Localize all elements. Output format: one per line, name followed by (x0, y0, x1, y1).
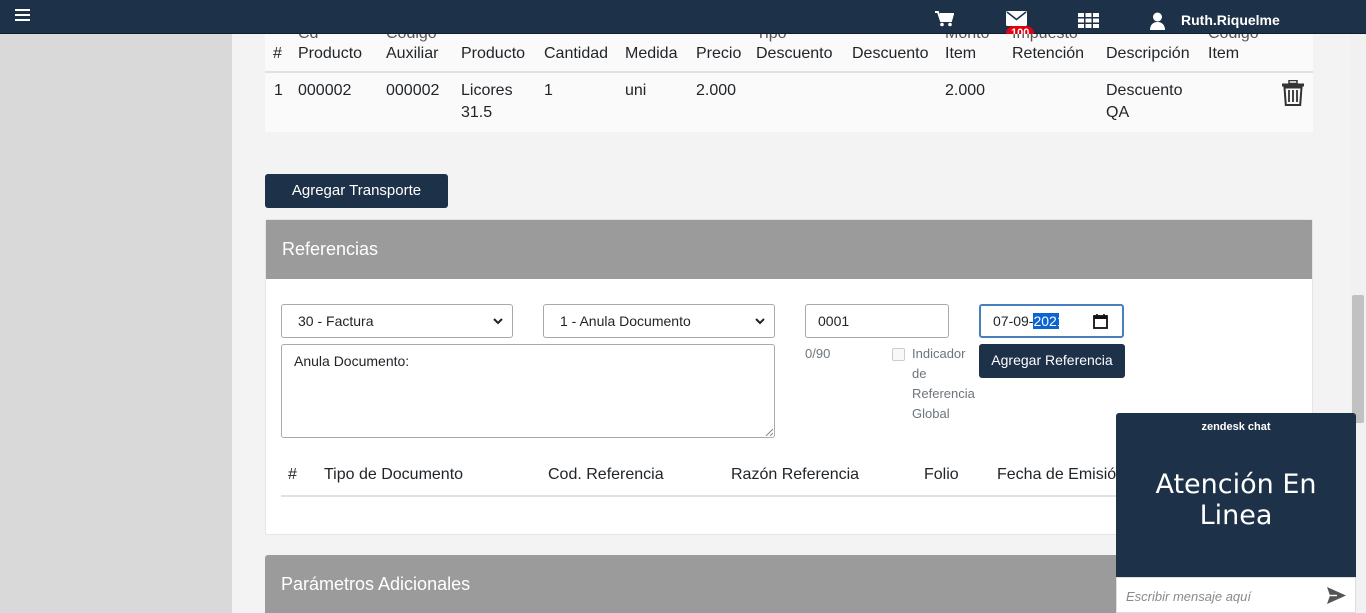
codigo-referencia-select[interactable]: 1 - Anula Documento (543, 304, 775, 338)
tipo-documento-value: 30 - Factura (298, 313, 374, 329)
zendesk-brand: zendesk chat (1201, 421, 1271, 433)
header-descripcion: Descripción (1106, 45, 1190, 62)
scrollbar-thumb[interactable] (1352, 295, 1364, 423)
referencias-header: Referencias (266, 220, 1312, 279)
table-header-divider (265, 71, 1313, 73)
header-codigo-item: CódigoItem (1208, 34, 1259, 62)
header-tipo-descuento: TipoDescuento (756, 34, 833, 62)
header-cod-auxiliar: CódigoAuxiliar (386, 34, 439, 62)
header-medida: Medida (625, 45, 678, 62)
chevron-down-icon (755, 318, 765, 325)
calendar-icon[interactable] (1093, 314, 1108, 329)
top-navbar: 100 Ruth.Riquelme (0, 0, 1366, 41)
chat-message-input[interactable]: Escribir mensaje aquí (1116, 577, 1356, 613)
header-cod-producto: CdProducto (298, 34, 363, 62)
row-cod-producto: 000002 (298, 82, 352, 99)
ref-table-divider (281, 495, 1141, 497)
chat-placeholder: Escribir mensaje aquí (1126, 589, 1251, 604)
user-icon[interactable] (1150, 12, 1165, 30)
ref-header-tipo-documento: Tipo de Documento (324, 466, 464, 483)
tipo-documento-select[interactable]: 30 - Factura (281, 304, 513, 338)
folio-input[interactable]: 0001 (805, 304, 949, 338)
ref-header-cod-referencia: Cod. Referencia (548, 466, 664, 483)
agregar-referencia-button[interactable]: Agregar Referencia (979, 344, 1125, 378)
row-descripcion: Descuento QA (1106, 82, 1183, 121)
row-num: 1 (274, 82, 283, 99)
chat-title: Atención En Linea (1155, 469, 1317, 531)
trash-icon[interactable] (1282, 80, 1304, 106)
header-descuento: Descuento (852, 45, 929, 62)
resize-handle-icon[interactable] (765, 428, 773, 436)
row-cod-auxiliar: 000002 (386, 82, 440, 99)
user-name[interactable]: Ruth.Riquelme (1181, 12, 1280, 28)
fecha-selected-year: 2021 (1033, 313, 1060, 329)
zendesk-chat-widget[interactable]: zendesk chat Atención En Linea Escribir m… (1116, 413, 1356, 613)
row-monto-item: 2.000 (945, 82, 986, 99)
fecha-input[interactable]: 07-09-2021 (979, 304, 1124, 338)
row-precio: 2.000 (696, 82, 737, 99)
indicador-global-checkbox[interactable] (892, 348, 905, 361)
indicador-global-label: Indicador de Referencia Global (912, 346, 975, 421)
agregar-transporte-button[interactable]: Agregar Transporte (265, 174, 448, 208)
chevron-down-icon (493, 318, 503, 325)
hamburger-menu-icon[interactable] (15, 9, 30, 23)
row-cantidad: 1 (544, 82, 553, 99)
header-producto: Producto (461, 45, 526, 62)
send-icon[interactable] (1327, 587, 1346, 604)
fecha-prefix: 07-09- (993, 313, 1034, 329)
cart-icon[interactable] (935, 11, 954, 27)
apps-grid-icon[interactable] (1078, 13, 1099, 28)
row-producto: Licores 31.5 (461, 82, 513, 121)
header-monto-item: MontoItem (945, 34, 989, 62)
razon-referencia-textarea[interactable]: Anula Documento: (281, 344, 775, 438)
mail-icon[interactable] (1006, 11, 1027, 26)
codigo-referencia-value: 1 - Anula Documento (560, 313, 691, 329)
row-medida: uni (625, 82, 647, 99)
header-impuesto-retencion: ImpuestoRetención (1012, 34, 1085, 62)
ref-header-folio: Folio (924, 466, 959, 483)
ref-header-razon-referencia: Razón Referencia (731, 466, 860, 483)
header-cantidad: Cantidad (544, 45, 609, 62)
header-precio: Precio (696, 45, 742, 62)
ref-header-fecha-emision: Fecha de Emisión (997, 466, 1126, 483)
header-num: # (273, 45, 282, 62)
char-counter: 0/90 (805, 346, 831, 361)
ref-header-num: # (288, 466, 297, 483)
